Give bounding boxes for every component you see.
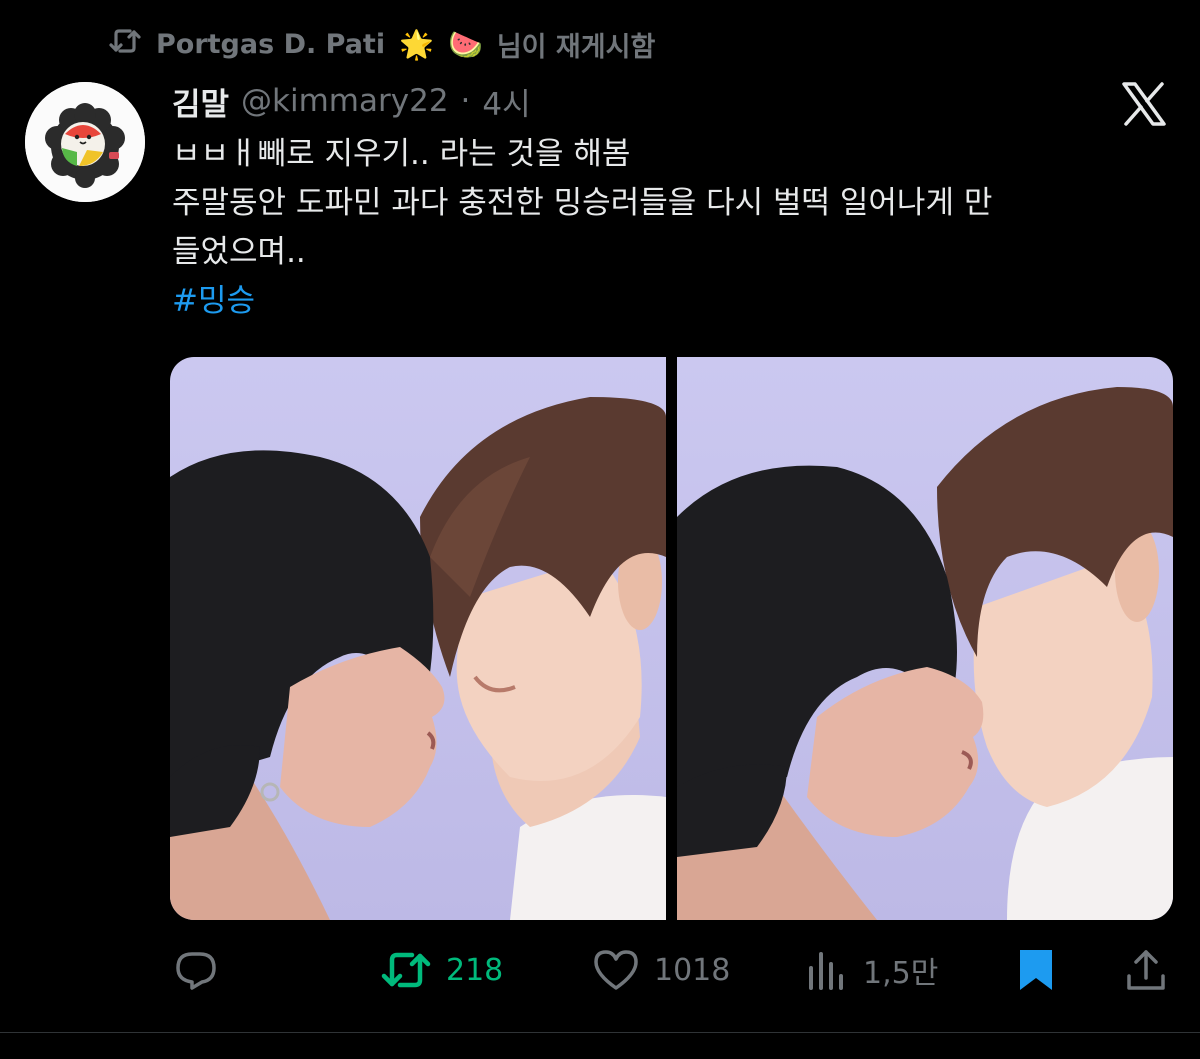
divider <box>0 1032 1200 1033</box>
photo-left[interactable] <box>170 357 666 920</box>
share-button[interactable] <box>1124 940 1168 1000</box>
repost-button[interactable]: 218 <box>380 940 503 1000</box>
separator-dot: · <box>460 83 471 119</box>
tweet-text-line: ㅂㅂㅐ빼로 지우기.. 라는 것을 해봄 <box>172 136 631 172</box>
tweet-time[interactable]: 4시 <box>482 79 530 124</box>
tweet-text-line: 주말동안 도파민 과다 충전한 밍승러들을 다시 벌떡 일어나게 만 <box>172 185 993 221</box>
avatar[interactable] <box>25 82 145 202</box>
bookmark-button[interactable] <box>1016 940 1056 1000</box>
watermelon-emoji: 🍉 <box>447 27 483 61</box>
like-button[interactable]: 1018 <box>592 940 730 1000</box>
tweet-card[interactable]: Portgas D. Pati 🌟 🍉 님이 재게시함 김말 @kimmary2… <box>0 0 1200 1059</box>
heart-icon <box>594 950 638 990</box>
x-logo-icon[interactable] <box>1120 80 1168 128</box>
repost-header[interactable]: Portgas D. Pati 🌟 🍉 님이 재게시함 <box>108 22 655 66</box>
repost-suffix: 님이 재게시함 <box>496 31 656 63</box>
repost-icon <box>108 26 142 63</box>
repost-icon <box>381 952 431 988</box>
tweet-text-line: 들었으며.. <box>172 234 306 270</box>
hashtag-link[interactable]: #밍승 <box>172 277 1172 326</box>
avatar-image <box>25 82 145 202</box>
reposter-name[interactable]: Portgas D. Pati <box>156 29 385 60</box>
views-button[interactable]: 1,5만 <box>805 940 938 1000</box>
star-emoji: 🌟 <box>399 27 434 61</box>
media-divider <box>666 357 677 920</box>
bookmark-filled-icon <box>1020 950 1052 990</box>
like-count: 1018 <box>654 952 731 988</box>
repost-count: 218 <box>446 952 504 988</box>
reply-icon <box>176 952 216 990</box>
tweet-author-line: 김말 @kimmary22 · 4시 <box>172 76 531 126</box>
views-chart-icon <box>809 952 843 990</box>
tweet-text: ㅂㅂㅐ빼로 지우기.. 라는 것을 해봄 주말동안 도파민 과다 충전한 밍승러… <box>172 130 1172 326</box>
tweet-media <box>170 357 1173 920</box>
views-count: 1,5만 <box>863 956 939 991</box>
photo-right[interactable] <box>677 357 1173 920</box>
author-handle[interactable]: @kimmary22 <box>241 83 449 119</box>
author-name[interactable]: 김말 <box>172 79 229 124</box>
reply-button[interactable] <box>172 940 234 1000</box>
tweet-actions: 218 1018 1,5만 <box>0 940 1200 1000</box>
share-icon <box>1127 950 1165 990</box>
